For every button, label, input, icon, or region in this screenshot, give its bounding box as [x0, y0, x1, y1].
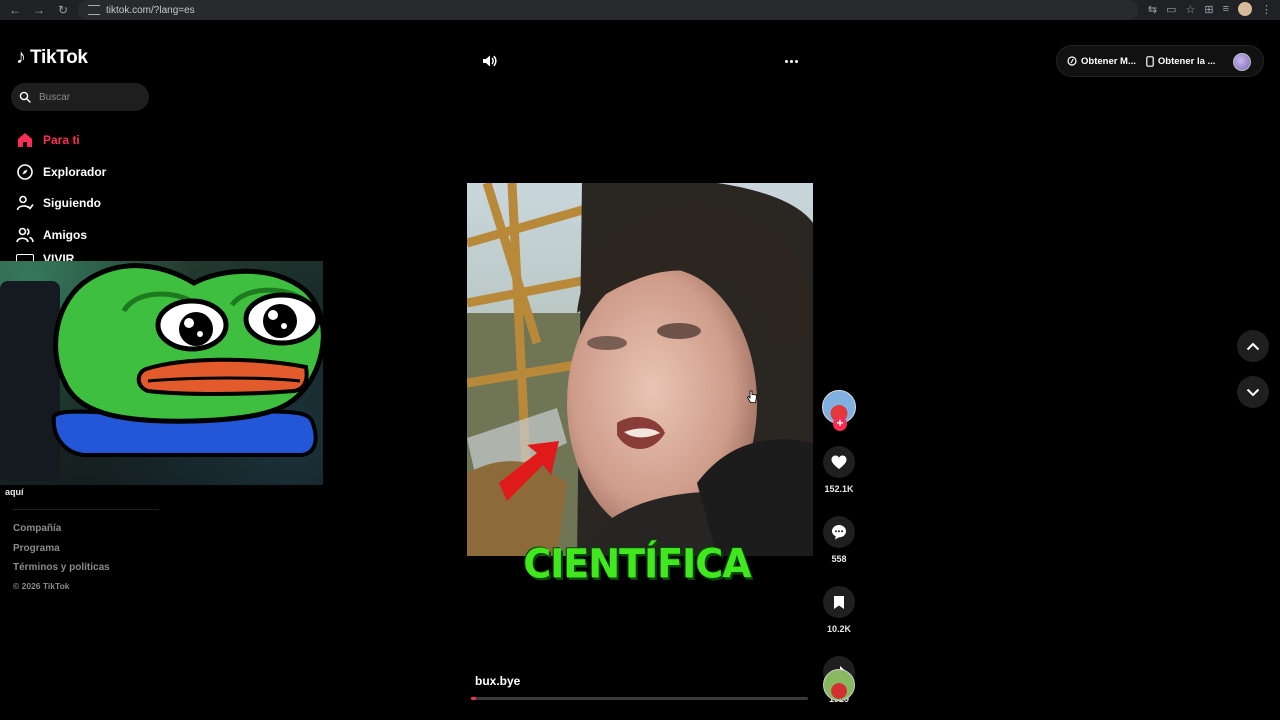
get-coins-button[interactable]: Obtener M...	[1067, 56, 1136, 67]
video-author-username[interactable]: bux.bye	[475, 674, 520, 688]
tiktok-app: ♪ TikTok Para ti Explorador Siguiendo	[0, 28, 1280, 720]
next-video-button[interactable]	[1237, 376, 1269, 408]
sidebar-footer: Compañía Programa Términos y políticas ©…	[13, 522, 110, 591]
bookmark-icon	[834, 595, 844, 609]
translate-icon[interactable]: ⇆	[1148, 3, 1157, 16]
friends-icon	[16, 226, 34, 244]
like-count: 152.1K	[824, 484, 854, 494]
browser-nav: ← → ↻	[8, 3, 70, 17]
author-avatar[interactable]: +	[822, 390, 856, 431]
more-horizontal-icon[interactable]	[783, 53, 799, 69]
profile-icon[interactable]	[1238, 2, 1252, 16]
music-disc-icon[interactable]	[823, 669, 855, 701]
action-rail: + 152.1K 558 10.2K 1929	[822, 390, 856, 704]
pepe-emote-icon	[51, 263, 323, 457]
footer-link-company[interactable]: Compañía	[13, 522, 110, 542]
footer-link-program[interactable]: Programa	[13, 542, 110, 562]
comment-icon	[832, 525, 846, 540]
search-icon	[19, 91, 31, 103]
following-icon	[16, 194, 34, 212]
video-frame	[467, 183, 813, 556]
top-right-actions: Obtener M... Obtener la ...	[1056, 45, 1264, 77]
previous-video-button[interactable]	[1237, 330, 1269, 362]
copyright: © 2026 TikTok	[13, 580, 70, 591]
coin-icon	[1067, 56, 1077, 66]
user-avatar[interactable]	[1233, 53, 1251, 71]
chevron-up-icon	[1246, 342, 1260, 350]
save-button[interactable]	[823, 586, 855, 618]
like-button[interactable]	[823, 446, 855, 478]
sidebar-item-explorador[interactable]: Explorador	[16, 156, 106, 188]
browser-actions: ⇆ ▭ ☆ ⊞ ≡ ⋮	[1148, 2, 1272, 16]
kebab-icon[interactable]: ⋮	[1261, 3, 1272, 16]
site-settings-icon[interactable]	[88, 5, 100, 15]
extensions-icon[interactable]: ⊞	[1204, 3, 1213, 16]
get-app-label: Obtener la ...	[1157, 55, 1216, 67]
sidebar-item-label: Siguiendo	[43, 196, 101, 211]
follow-plus-icon[interactable]: +	[833, 417, 847, 431]
get-app-button[interactable]: Obtener la ...	[1146, 55, 1216, 67]
back-icon[interactable]: ←	[8, 3, 22, 17]
hand-cursor-icon	[747, 390, 757, 403]
logo-text: TikTok	[30, 46, 88, 68]
heart-icon	[831, 455, 847, 469]
sidebar-divider	[13, 509, 159, 510]
overlay-caption: aquí	[5, 487, 24, 497]
star-icon[interactable]: ☆	[1185, 3, 1195, 16]
volume-icon[interactable]	[481, 53, 497, 69]
cast-icon[interactable]: ▭	[1166, 3, 1176, 16]
compass-icon	[16, 163, 34, 181]
video-caption-overlay: CIENTÍFICA	[523, 540, 751, 588]
comment-action[interactable]: 558	[822, 516, 856, 564]
save-action[interactable]: 10.2K	[822, 586, 856, 634]
comment-count: 558	[831, 554, 847, 564]
reload-icon[interactable]: ↻	[56, 3, 70, 17]
address-bar-url: tiktok.com/?lang=es	[106, 4, 195, 16]
like-action[interactable]: 152.1K	[822, 446, 856, 494]
address-bar[interactable]: tiktok.com/?lang=es	[78, 0, 1138, 20]
home-icon	[16, 131, 34, 149]
sidebar-item-label: Para ti	[43, 132, 80, 147]
phone-icon	[1146, 55, 1154, 67]
video-progress-fill	[471, 697, 477, 700]
forward-icon[interactable]: →	[32, 3, 46, 17]
sidebar-item-para-ti[interactable]: Para ti	[16, 124, 106, 156]
tiktok-note-icon: ♪	[16, 46, 26, 68]
tab-search-icon[interactable]: ≡	[1223, 3, 1229, 15]
get-coins-label: Obtener M...	[1081, 55, 1136, 67]
footer-link-terms[interactable]: Términos y políticas	[13, 561, 110, 581]
search-box[interactable]	[11, 83, 149, 111]
save-count: 10.2K	[826, 624, 852, 634]
chevron-down-icon	[1246, 388, 1260, 396]
comment-button[interactable]	[823, 516, 855, 548]
video-progress-bar[interactable]	[471, 697, 808, 700]
browser-toolbar: ← → ↻ tiktok.com/?lang=es ⇆ ▭ ☆ ⊞ ≡ ⋮	[0, 0, 1280, 20]
sidebar-item-label: Amigos	[43, 227, 88, 242]
sidebar-menu: Para ti Explorador Siguiendo Amigos	[16, 124, 106, 251]
sidebar-item-label: Explorador	[43, 164, 107, 179]
tiktok-logo[interactable]: ♪ TikTok	[16, 46, 88, 69]
sidebar-item-amigos[interactable]: Amigos	[16, 219, 106, 251]
search-input[interactable]	[39, 91, 139, 103]
sidebar-item-siguiendo[interactable]: Siguiendo	[16, 187, 106, 219]
video-player[interactable]	[467, 183, 813, 556]
streamer-webcam-overlay	[0, 261, 323, 485]
